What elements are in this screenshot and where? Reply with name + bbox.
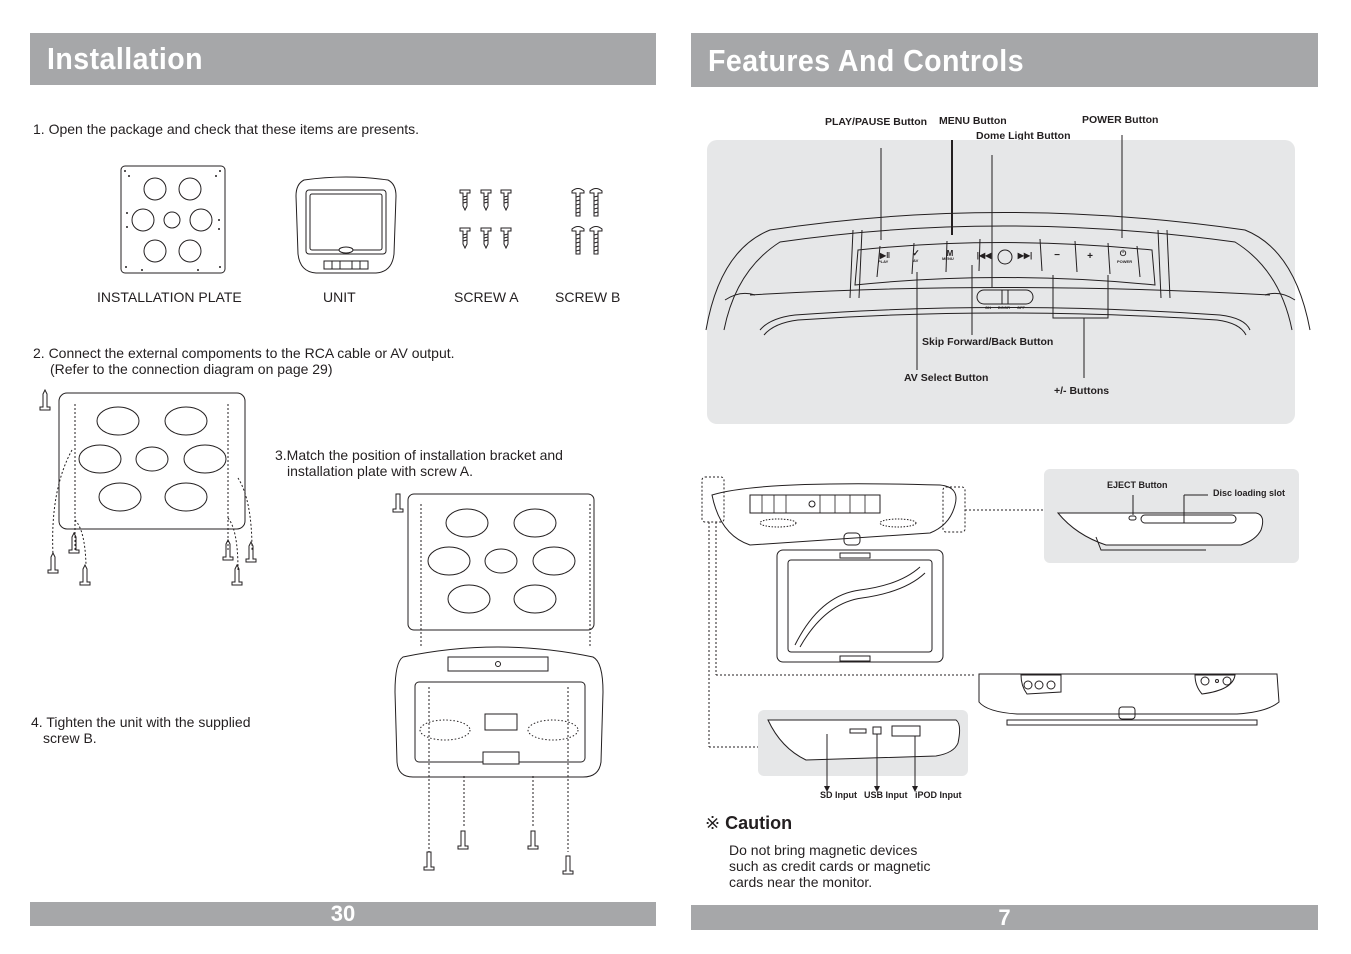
eject-side-illustration: [1056, 494, 1264, 551]
svg-text:+: +: [1087, 251, 1093, 262]
callout-usb-input: USB Input: [864, 790, 908, 800]
features-title: Features And Controls: [708, 43, 1025, 78]
features-header: Features And Controls: [691, 33, 1318, 87]
item-label-installation-plate: INSTALLATION PLATE: [97, 289, 242, 305]
caution-line-3: cards near the monitor.: [729, 874, 873, 890]
step-1-text: 1. Open the package and check that these…: [33, 121, 420, 137]
svg-text:✓: ✓: [912, 248, 920, 258]
control-panel-illustration: ▶‖ ✓ M |◀◀ ▶▶| − + ⏻: [705, 135, 1311, 378]
screw-a-illustration: [459, 189, 512, 249]
svg-text:|◀◀: |◀◀: [977, 251, 992, 260]
svg-text:⏻: ⏻: [1120, 249, 1127, 258]
screw-b-illustration: [571, 188, 603, 255]
callout-disc-slot: Disc loading slot: [1213, 488, 1286, 498]
item-label-screw-a: SCREW A: [454, 289, 519, 305]
installation-header: Installation: [30, 33, 656, 85]
svg-text:−: −: [1054, 250, 1060, 261]
callout-play-pause: PLAY/PAUSE Button: [825, 116, 928, 128]
callout-ipod-input: iPOD Input: [915, 790, 962, 800]
step-2-text-line1: 2. Connect the external compoments to th…: [33, 345, 455, 361]
caution-heading: ※ Caution: [705, 813, 792, 834]
installation-title: Installation: [47, 41, 204, 76]
left-page-number: 30: [330, 901, 356, 926]
caution-line-2: such as credit cards or magnetic: [729, 858, 931, 874]
step-3-text-line2: installation plate with screw A.: [287, 463, 473, 479]
switch-label-off: OFF: [1017, 305, 1025, 310]
callout-sd-input: SD Input: [820, 790, 857, 800]
step-3-text-line1: 3.Match the position of installation bra…: [275, 447, 563, 463]
caution-title: Caution: [725, 813, 793, 833]
callout-power: POWER Button: [1082, 114, 1159, 126]
step-4-text-line1: 4. Tighten the unit with the supplied: [31, 714, 251, 730]
callout-eject: EJECT Button: [1107, 480, 1168, 490]
callout-plus-minus: +/- Buttons: [1054, 385, 1110, 397]
callout-menu: MENU Button: [939, 115, 1007, 127]
right-page-number: 7: [998, 905, 1011, 930]
unit-illustration: [295, 176, 397, 274]
caution-symbol-icon: ※: [705, 813, 721, 833]
panel-label-power: POWER: [1117, 259, 1133, 264]
callout-av-select: AV Select Button: [904, 372, 989, 384]
panel-label-play: PLAY: [878, 259, 889, 264]
switch-label-on: ON: [985, 305, 991, 310]
panel-label-av: AV: [913, 258, 919, 263]
left-page-footer: 30: [30, 902, 656, 926]
step-2-text-line2: (Refer to the connection diagram on page…: [50, 361, 333, 377]
rear-connectors-illustration: [978, 673, 1280, 726]
item-label-unit: UNIT: [323, 289, 356, 305]
inputs-side-illustration: [767, 719, 961, 792]
item-label-screw-b: SCREW B: [555, 289, 621, 305]
panel-label-menu: MENU: [942, 256, 954, 261]
plate-with-screws-illustration: [39, 388, 257, 586]
svg-text:▶▶|: ▶▶|: [1017, 251, 1033, 260]
right-page-footer: 7: [691, 905, 1318, 930]
step-4-text-line2: screw B.: [43, 730, 97, 746]
caution-line-1: Do not bring magnetic devices: [729, 842, 918, 858]
callout-skip: Skip Forward/Back Button: [922, 336, 1054, 348]
bracket-and-unit-assembly-illustration: [392, 493, 604, 875]
installation-plate-illustration: [120, 165, 226, 274]
switch-label-door: DOOR: [998, 305, 1010, 310]
